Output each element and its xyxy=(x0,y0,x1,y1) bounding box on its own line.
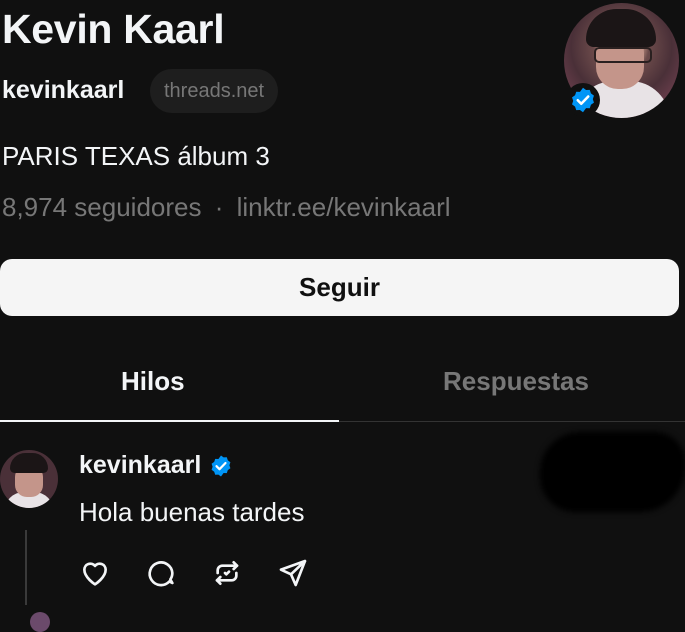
follow-button[interactable]: Seguir xyxy=(0,259,679,316)
profile-link[interactable]: linktr.ee/kevinkaarl xyxy=(237,192,451,222)
meta-separator: · xyxy=(214,192,224,222)
profile-bio: PARIS TEXAS álbum 3 xyxy=(2,141,270,171)
repost-icon[interactable] xyxy=(211,557,243,589)
post-author: kevinkaarl xyxy=(79,451,233,480)
comment-icon[interactable] xyxy=(145,557,177,589)
profile-name: Kevin Kaarl xyxy=(2,6,225,52)
tab-divider xyxy=(339,421,685,422)
active-tab-indicator xyxy=(0,420,339,422)
tab-hilos[interactable]: Hilos xyxy=(121,366,185,397)
share-icon[interactable] xyxy=(277,557,309,589)
followers-count[interactable]: 8,974 seguidores xyxy=(2,192,201,222)
verified-badge-icon xyxy=(211,455,231,476)
heart-icon[interactable] xyxy=(79,557,111,589)
verified-badge-icon xyxy=(566,83,600,117)
post-avatar[interactable] xyxy=(0,450,58,508)
profile-handle: kevinkaarl xyxy=(2,76,125,104)
profile-meta: 8,974 seguidores · linktr.ee/kevinkaarl xyxy=(2,192,451,223)
thread-line xyxy=(25,530,27,605)
post-actions xyxy=(79,557,309,589)
post-username[interactable]: kevinkaarl xyxy=(79,451,201,480)
next-post-avatar[interactable] xyxy=(30,612,50,632)
threads-domain-badge[interactable]: threads.net xyxy=(150,69,279,113)
tab-respuestas[interactable]: Respuestas xyxy=(443,366,589,397)
post-text: Hola buenas tardes xyxy=(79,497,305,527)
redacted-area xyxy=(540,432,685,512)
